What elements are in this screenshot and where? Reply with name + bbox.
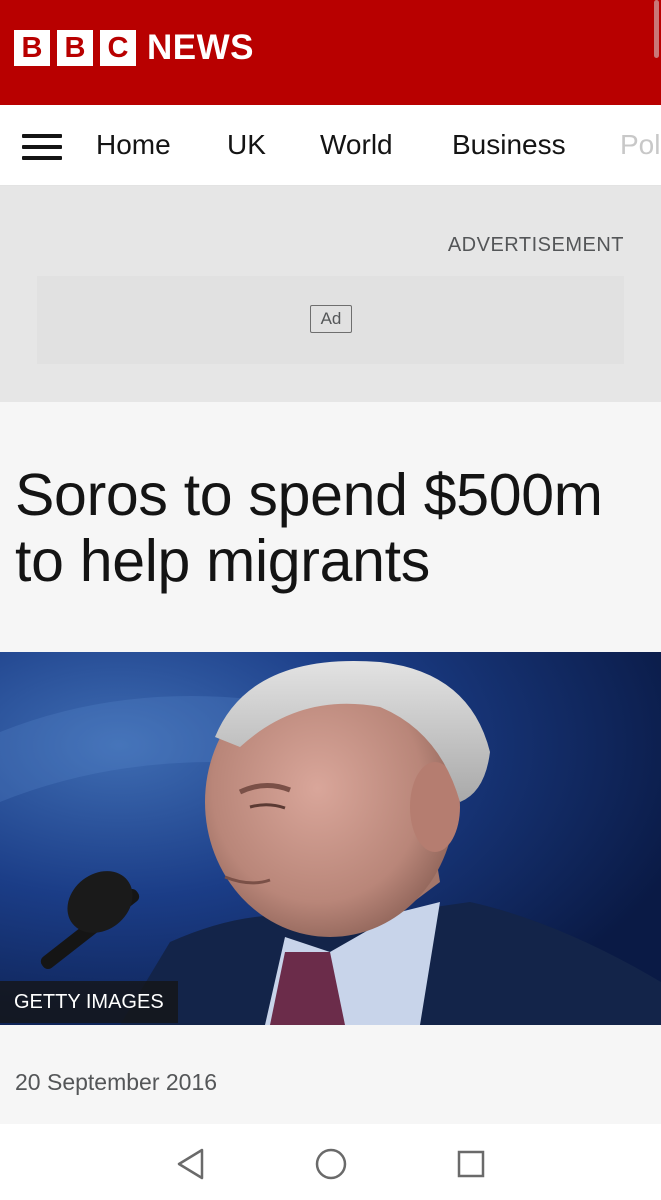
nav-item-business[interactable]: Business: [452, 129, 566, 161]
page-scrollbar[interactable]: [654, 0, 659, 58]
nav-item-uk[interactable]: UK: [227, 129, 266, 161]
bbc-news-logo[interactable]: B B C NEWS: [14, 28, 254, 67]
nav-item-home[interactable]: Home: [96, 129, 171, 161]
logo-letter-b2: B: [57, 30, 93, 66]
recents-square-icon[interactable]: [451, 1144, 491, 1184]
nav-item-politics-partial[interactable]: Pol: [620, 129, 660, 161]
logo-news-word: NEWS: [147, 28, 254, 67]
advertisement-section: ADVERTISEMENT Ad: [0, 186, 661, 402]
article-hero-image[interactable]: [0, 652, 661, 1025]
article-headline: Soros to spend $500m to help migrants: [15, 462, 603, 594]
system-navigation-bar: [0, 1124, 661, 1200]
nav-item-world[interactable]: World: [320, 129, 393, 161]
ad-slot[interactable]: Ad: [37, 276, 624, 364]
advertisement-label: ADVERTISEMENT: [447, 234, 624, 256]
ad-badge: Ad: [310, 305, 352, 333]
home-circle-icon[interactable]: [311, 1144, 351, 1184]
back-triangle-icon[interactable]: [170, 1144, 210, 1184]
image-credit: GETTY IMAGES: [0, 981, 178, 1023]
site-header: B B C NEWS: [0, 0, 661, 105]
hero-portrait-illustration: [0, 652, 661, 1025]
section-nav: Home UK World Business Pol: [0, 105, 661, 186]
hamburger-menu-icon[interactable]: [22, 134, 62, 160]
logo-letter-c: C: [100, 30, 136, 66]
logo-letter-b1: B: [14, 30, 50, 66]
article-date: 20 September 2016: [15, 1069, 218, 1095]
